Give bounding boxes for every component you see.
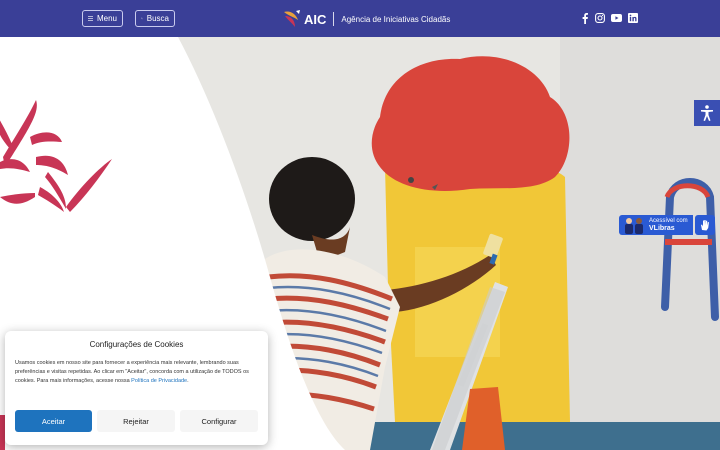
vlibras-line2: VLibras <box>649 225 675 232</box>
youtube-icon[interactable] <box>610 12 622 24</box>
hand-icon <box>701 220 709 231</box>
reject-button[interactable]: Rejeitar <box>97 410 175 432</box>
cookie-text: Usamos cookies em nosso site para fornec… <box>15 359 255 386</box>
accessibility-button[interactable] <box>694 100 720 126</box>
search-button[interactable]: Busca <box>135 10 175 27</box>
logo-tagline: Agência de Iniciativas Cidadãs <box>341 14 451 24</box>
logo-divider <box>333 12 335 26</box>
menu-label: Menu <box>96 14 117 23</box>
menu-button[interactable]: Menu <box>82 10 123 27</box>
cookie-text-end: . <box>187 378 189 384</box>
logo-text: AIC <box>304 11 327 27</box>
vlibras-hand-button[interactable] <box>695 215 715 235</box>
aic-logo-icon <box>284 10 300 27</box>
accept-button[interactable]: Aceitar <box>15 410 92 432</box>
vlibras-avatars-icon <box>625 218 643 234</box>
cookie-title: Configurações de Cookies <box>89 340 184 349</box>
vlibras-widget[interactable]: Acessível com VLibras <box>619 215 715 235</box>
configure-button[interactable]: Configurar <box>180 410 258 432</box>
facebook-icon[interactable] <box>579 12 591 24</box>
vlibras-badge[interactable]: Acessível com VLibras <box>619 215 693 235</box>
instagram-icon[interactable] <box>594 12 606 24</box>
linkedin-icon[interactable] <box>627 12 639 24</box>
hamburger-icon <box>88 16 93 21</box>
accessibility-icon <box>701 105 713 121</box>
search-label: Busca <box>146 14 169 23</box>
site-logo[interactable]: AIC Agência de Iniciativas Cidadãs <box>282 7 450 31</box>
site-header: Menu Busca AIC Agência de Iniciativas Ci… <box>0 0 720 37</box>
vlibras-text: Acessível com VLibras <box>649 218 688 232</box>
vlibras-line1: Acessível com <box>649 218 688 224</box>
privacy-policy-link[interactable]: Política de Privacidade <box>131 378 187 384</box>
search-icon <box>141 17 143 20</box>
cookie-consent-dialog: Configurações de Cookies Usamos cookies … <box>5 331 268 445</box>
